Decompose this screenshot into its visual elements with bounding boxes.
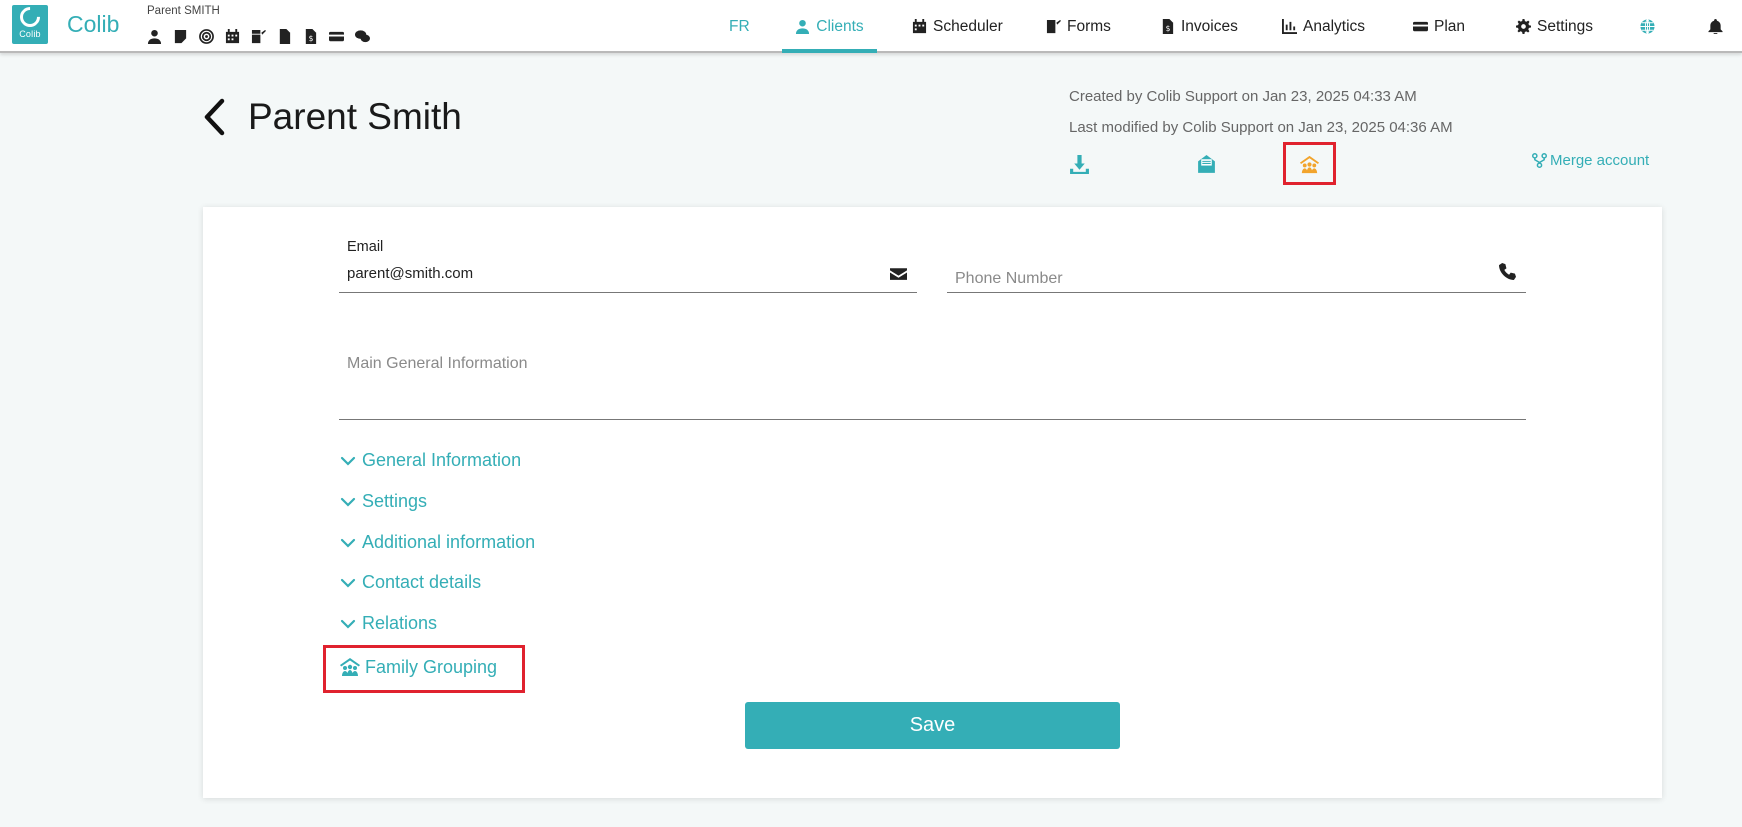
calendar-icon xyxy=(912,19,927,34)
section-additional-information[interactable]: Additional information xyxy=(340,532,535,553)
nav-settings[interactable]: Settings xyxy=(1516,0,1593,53)
nav-analytics-label: Analytics xyxy=(1303,17,1366,35)
page-title: Parent Smith xyxy=(248,96,462,137)
svg-text:$: $ xyxy=(308,34,313,43)
globe-icon[interactable] xyxy=(1640,0,1655,53)
invoice-icon[interactable]: $ xyxy=(301,27,319,45)
target-icon[interactable] xyxy=(197,27,215,45)
section-label: Settings xyxy=(362,491,428,511)
section-contact-details[interactable]: Contact details xyxy=(340,572,481,593)
nav-analytics[interactable]: Analytics xyxy=(1282,0,1365,53)
email-label: Email xyxy=(347,239,384,255)
invoice-icon: $ xyxy=(1162,19,1174,34)
family-grouping-icon xyxy=(340,658,360,676)
family-grouping-label: Family Grouping xyxy=(365,656,498,677)
nav-invoices[interactable]: $ Invoices xyxy=(1160,0,1238,53)
nav-plan[interactable]: Plan xyxy=(1413,0,1465,53)
modified-info: Last modified by Colib Support on Jan 23… xyxy=(1069,119,1453,136)
nav-clients[interactable]: Clients xyxy=(782,0,877,53)
main-general-info-field[interactable]: Main General Information xyxy=(339,345,1526,420)
current-user-name: Parent SMITH xyxy=(147,5,220,17)
section-general-information[interactable]: General Information xyxy=(340,450,521,471)
merge-account-link[interactable]: Merge account xyxy=(1532,152,1649,169)
phone-icon xyxy=(1499,263,1516,280)
nav-invoices-label: Invoices xyxy=(1181,17,1238,35)
chevron-down-icon xyxy=(340,538,356,548)
section-label: Contact details xyxy=(362,572,482,592)
user-icon xyxy=(796,19,810,34)
nav-scheduler-label: Scheduler xyxy=(933,17,1003,35)
phone-field[interactable]: Phone Number xyxy=(947,236,1526,293)
chevron-down-icon xyxy=(340,456,356,466)
chevron-down-icon xyxy=(340,578,356,588)
chevron-down-icon xyxy=(340,497,356,507)
card-icon[interactable] xyxy=(327,27,345,45)
signature-icon xyxy=(1046,19,1061,34)
email-field[interactable]: Email parent@smith.com xyxy=(339,236,917,293)
email-value[interactable]: parent@smith.com xyxy=(347,265,473,282)
section-label: Additional information xyxy=(362,532,536,552)
download-icon[interactable] xyxy=(1067,152,1091,176)
section-relations[interactable]: Relations xyxy=(340,613,437,634)
top-navigation-bar: Colib Colib Parent SMITH $ FR Clients Sc… xyxy=(0,0,1742,53)
chart-icon xyxy=(1282,19,1297,34)
note-icon[interactable] xyxy=(171,27,189,45)
family-grouping-icon[interactable] xyxy=(1297,152,1321,176)
logo-text: Colib xyxy=(19,28,41,39)
quick-action-icons: $ xyxy=(145,27,371,45)
nav-clients-label: Clients xyxy=(816,17,864,35)
section-settings[interactable]: Settings xyxy=(340,491,427,512)
section-label: Relations xyxy=(362,613,438,633)
save-button[interactable]: Save xyxy=(745,702,1120,749)
nav-settings-label: Settings xyxy=(1537,17,1594,35)
nav-forms-label: Forms xyxy=(1067,17,1111,35)
gear-icon xyxy=(1516,19,1531,34)
brand-name[interactable]: Colib xyxy=(67,11,119,38)
envelope-icon xyxy=(890,265,907,282)
signature-icon[interactable] xyxy=(249,27,267,45)
colib-logo[interactable]: Colib xyxy=(12,2,48,44)
email-open-icon[interactable] xyxy=(1194,152,1218,176)
chevron-down-icon xyxy=(340,619,356,629)
svg-text:$: $ xyxy=(1166,24,1171,33)
back-chevron-icon[interactable] xyxy=(202,98,228,136)
user-icon[interactable] xyxy=(145,27,163,45)
main-info-placeholder: Main General Information xyxy=(347,355,528,372)
nav-plan-label: Plan xyxy=(1434,17,1466,35)
calendar-icon[interactable] xyxy=(223,27,241,45)
card-icon xyxy=(1413,21,1428,32)
created-info: Created by Colib Support on Jan 23, 2025… xyxy=(1069,88,1417,105)
nav-scheduler[interactable]: Scheduler xyxy=(912,0,1003,53)
phone-placeholder: Phone Number xyxy=(955,270,1063,287)
chat-icon[interactable] xyxy=(353,27,371,45)
merge-icon xyxy=(1532,153,1547,168)
language-toggle[interactable]: FR xyxy=(729,0,750,53)
bell-icon[interactable] xyxy=(1708,0,1723,53)
section-label: General Information xyxy=(362,450,522,470)
nav-forms[interactable]: Forms xyxy=(1046,0,1111,53)
merge-account-label: Merge account xyxy=(1550,152,1650,169)
family-grouping-link[interactable]: Family Grouping xyxy=(339,656,497,678)
file-icon[interactable] xyxy=(275,27,293,45)
